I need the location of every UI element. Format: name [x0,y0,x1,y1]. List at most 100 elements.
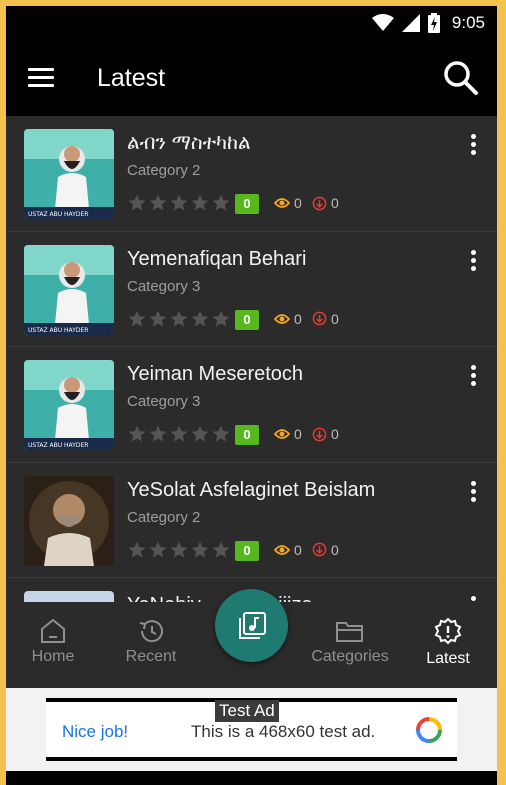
eye-icon [274,544,290,555]
star-icon [191,541,209,557]
star-icon [191,310,209,326]
list-item[interactable]: USTAZ ABU HAYDER Yeiman Meseretoch Categ… [6,347,497,463]
views-value: 0 [294,541,302,558]
star-rating[interactable] [127,193,231,213]
views-count: 0 [274,542,302,558]
battery-charging-icon [427,13,440,33]
track-category: Category 2 [127,508,201,526]
nav-recent[interactable]: Recent [106,618,196,666]
signal-icon [401,14,420,32]
views-count: 0 [274,311,302,327]
bottom-navigation: Home Recent Categories Latest [6,589,497,688]
rating-badge: 0 [235,309,259,330]
star-icon [212,310,230,326]
search-icon[interactable] [443,60,479,96]
nav-home[interactable]: Home [8,618,98,666]
music-library-icon [238,611,266,639]
nav-label: Latest [426,650,470,667]
downloads-value: 0 [331,541,339,558]
track-category: Category 3 [127,277,201,295]
ad-label: Test Ad [215,700,279,722]
downloads-count: 0 [312,426,339,442]
star-icon [191,194,209,211]
list-item[interactable]: USTAZ ABU HAYDER Yemenafiqan Behari Cate… [6,232,497,347]
track-thumbnail: USTAZ ABU HAYDER [24,129,114,219]
download-icon [312,542,327,557]
star-rating[interactable] [127,540,231,560]
home-icon [41,618,65,643]
list-item[interactable]: USTAZ ABU HAYDER ልብን ማስተካከል Category 2 0… [6,116,497,232]
download-icon [312,311,327,326]
track-thumbnail [24,591,114,602]
more-options-icon[interactable] [469,134,477,158]
navigation-bar [6,771,497,785]
star-icon [149,541,167,557]
track-thumbnail: USTAZ ABU HAYDER [24,360,114,450]
track-title: Yeiman Meseretoch [127,363,304,385]
more-options-icon[interactable] [469,249,477,274]
downloads-count: 0 [312,542,339,558]
star-icon [149,194,167,211]
star-rating[interactable] [127,309,231,329]
eye-icon [274,429,290,439]
views-count: 0 [274,426,302,442]
rating-badge: 0 [235,194,259,214]
star-icon [128,194,146,211]
status-time: 9:05 [451,13,485,32]
track-category: Category 2 [127,162,201,179]
thumb-caption: USTAZ ABU HAYDER [28,442,88,449]
star-icon [149,425,167,442]
star-icon [128,541,146,557]
views-count: 0 [274,195,302,211]
views-value: 0 [294,195,302,211]
star-icon [128,310,146,326]
eye-icon [274,313,290,324]
star-rating[interactable] [127,424,231,444]
wifi-icon [371,14,394,31]
star-icon [212,541,230,557]
download-icon [312,427,327,441]
new-releases-icon [434,618,462,645]
track-title: YeSolat Asfelaginet Beislam [127,478,376,501]
folder-icon [336,622,363,642]
nav-label: Categories [311,648,389,665]
nav-latest[interactable]: Latest [403,618,493,668]
downloads-value: 0 [331,310,339,327]
star-icon [170,425,188,442]
star-icon [170,194,188,211]
now-playing-button[interactable] [215,589,288,662]
ad-logo-icon [416,717,442,743]
track-list: USTAZ ABU HAYDER ልብን ማስተካከል Category 2 0… [6,116,497,602]
downloads-value: 0 [331,195,339,211]
nav-label: Home [31,648,75,665]
history-icon [139,620,163,643]
star-icon [170,310,188,326]
more-options-icon[interactable] [469,365,477,389]
downloads-count: 0 [312,311,339,327]
nav-categories[interactable]: Categories [305,618,395,666]
star-icon [149,310,167,326]
more-options-icon[interactable] [469,480,477,505]
app-bar: Latest [6,40,497,116]
downloads-value: 0 [331,426,339,442]
views-value: 0 [294,426,302,442]
ad-headline: Nice job! [62,722,129,741]
list-item[interactable]: YeSolat Asfelaginet Beislam Category 2 0… [6,463,497,578]
downloads-count: 0 [312,195,339,211]
nav-label: Recent [125,648,177,665]
track-title: Yemenafiqan Behari [127,247,307,270]
download-icon [312,196,327,210]
track-title: ልብን ማስተካከል [127,132,251,154]
track-thumbnail [24,475,114,566]
menu-icon[interactable] [28,68,54,88]
track-title: YeNebiy... ...` Mujiiza [127,594,313,602]
status-bar: 9:05 [6,6,497,40]
star-icon [191,425,209,442]
eye-icon [274,198,290,208]
thumb-caption: USTAZ ABU HAYDER [28,211,88,218]
rating-badge: 0 [235,425,259,445]
track-category: Category 3 [127,393,201,410]
rating-badge: 0 [235,540,259,561]
track-thumbnail: USTAZ ABU HAYDER [24,244,114,335]
star-icon [212,425,230,442]
